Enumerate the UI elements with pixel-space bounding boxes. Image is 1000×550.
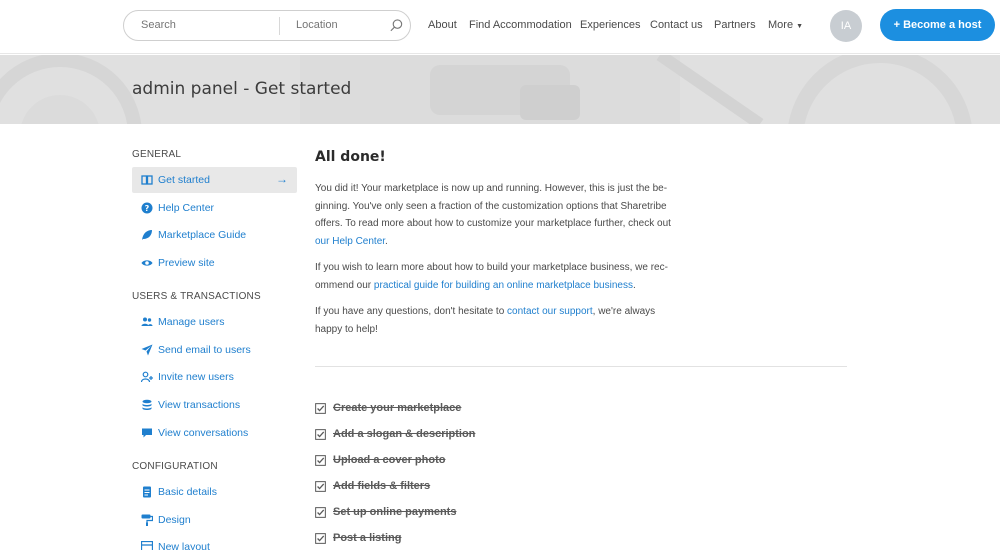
sidebar-item-manage-users[interactable]: Manage users (132, 309, 297, 335)
sidebar-item-label: Preview site (158, 257, 215, 269)
question-circle-icon: ? (141, 202, 153, 214)
sidebar-item-label: Help Center (158, 202, 215, 214)
nav-more-label: More (768, 19, 794, 31)
sidebar-item-new-layout[interactable]: New layout (132, 534, 297, 550)
sidebar-heading-general: GENERAL (132, 149, 182, 160)
sidebar-heading-users-transactions: USERS & TRANSACTIONS (132, 291, 261, 302)
intro-line-2: ginning. You've only seen a fraction of … (315, 200, 667, 212)
sidebar-item-label: Invite new users (158, 371, 234, 383)
page-title: admin panel - Get started (132, 79, 352, 99)
sidebar-item-label: View conversations (158, 427, 249, 439)
sidebar-item-help-center[interactable]: ? Help Center (132, 195, 297, 221)
support-line-suffix: , we're always (592, 306, 656, 317)
contact-support-link[interactable]: contact our support (507, 306, 593, 317)
checklist-item-label: Post a listing (333, 532, 402, 544)
intro-period: . (385, 235, 388, 247)
database-icon (142, 399, 152, 410)
top-bar: About Find Accommodation Experiences Con… (0, 0, 1000, 54)
support-line-prefix: If you have any questions, don't hesitat… (315, 306, 508, 317)
document-icon (143, 486, 151, 498)
sidebar-item-send-email[interactable]: Send email to users (132, 337, 297, 363)
nav-more-menu[interactable]: More ▼ (768, 19, 803, 31)
sidebar-item-label: Manage users (158, 316, 225, 328)
support-paragraph: If you have any questions, don't hesitat… (315, 303, 715, 338)
leaf-icon (142, 230, 152, 240)
support-line-2: happy to help! (315, 323, 378, 335)
intro-line-1: You did it! Your marketplace is now up a… (315, 183, 668, 194)
guide-line-2-prefix: ommend our (315, 279, 374, 291)
nav-find-accommodation-link[interactable]: Find Accommodation (469, 19, 572, 31)
sidebar-item-basic-details[interactable]: Basic details (132, 479, 297, 505)
paper-plane-icon (141, 344, 153, 356)
arrow-right-icon: → (276, 172, 288, 186)
sidebar-item-label: Marketplace Guide (158, 229, 247, 241)
search-input[interactable] (141, 19, 271, 31)
checklist-item-label: Set up online payments (333, 506, 457, 518)
section-title: All done! (315, 149, 386, 165)
sidebar-item-label: Send email to users (158, 344, 251, 356)
guide-period: . (632, 279, 636, 291)
guide-line-1: If you wish to learn more about how to b… (315, 262, 668, 273)
sidebar-item-get-started[interactable]: Get started → (132, 167, 297, 193)
sidebar-heading-configuration: CONFIGURATION (132, 461, 218, 472)
users-icon (141, 317, 153, 326)
sidebar-item-preview-site[interactable]: Preview site (132, 250, 297, 276)
sidebar-item-label: View transactions (158, 399, 241, 411)
nav-about-link[interactable]: About (428, 19, 457, 31)
location-input[interactable] (296, 19, 386, 31)
checklist-item-label: Add fields & filters (333, 480, 431, 492)
checked-box-icon (315, 507, 326, 518)
section-divider (315, 366, 847, 367)
become-host-button[interactable]: + Become a host (880, 9, 995, 41)
nav-contact-link[interactable]: Contact us (650, 19, 703, 31)
sidebar-item-view-transactions[interactable]: View transactions (132, 392, 297, 418)
checked-box-icon (315, 533, 326, 544)
chat-bubble-icon (142, 428, 152, 438)
chevron-down-icon: ▼ (796, 23, 803, 30)
sidebar-item-label: Design (158, 514, 191, 526)
guide-paragraph: If you wish to learn more about how to b… (315, 259, 715, 294)
nav-partners-link[interactable]: Partners (714, 19, 756, 31)
svg-text:?: ? (145, 204, 150, 213)
nav-experiences-link[interactable]: Experiences (580, 19, 641, 31)
checked-box-icon (315, 429, 326, 440)
layout-icon (141, 541, 153, 550)
intro-paragraph: You did it! Your marketplace is now up a… (315, 180, 715, 250)
sidebar-item-design[interactable]: Design (132, 507, 297, 533)
checked-box-icon (315, 403, 326, 414)
avatar[interactable]: IA (830, 10, 862, 42)
checklist-item-label: Add a slogan & description (333, 428, 476, 440)
practical-guide-link[interactable]: practical guide for building an online m… (374, 280, 633, 291)
checked-box-icon (315, 481, 326, 492)
search-bar (123, 10, 411, 41)
checklist-item-label: Create your marketplace (333, 402, 462, 414)
paint-roller-icon (141, 514, 153, 526)
user-plus-icon (141, 371, 153, 383)
search-divider (279, 17, 280, 35)
search-icon[interactable] (389, 18, 404, 33)
sidebar-item-label: Basic details (158, 486, 217, 498)
help-center-link[interactable]: our Help Center (315, 236, 385, 247)
book-icon (141, 175, 153, 185)
checklist-item-label: Upload a cover photo (333, 454, 446, 466)
sidebar-item-label: New layout (158, 541, 210, 550)
intro-line-3: offers. To read more about how to custom… (315, 218, 671, 229)
eye-icon (141, 260, 153, 266)
sidebar-item-marketplace-guide[interactable]: Marketplace Guide (132, 222, 297, 248)
hero-banner: admin panel - Get started (0, 55, 1000, 124)
sidebar-item-invite-users[interactable]: Invite new users (132, 364, 297, 390)
sidebar-item-view-conversations[interactable]: View conversations (132, 420, 297, 446)
checked-box-icon (315, 455, 326, 466)
sidebar-item-label: Get started (158, 174, 210, 186)
